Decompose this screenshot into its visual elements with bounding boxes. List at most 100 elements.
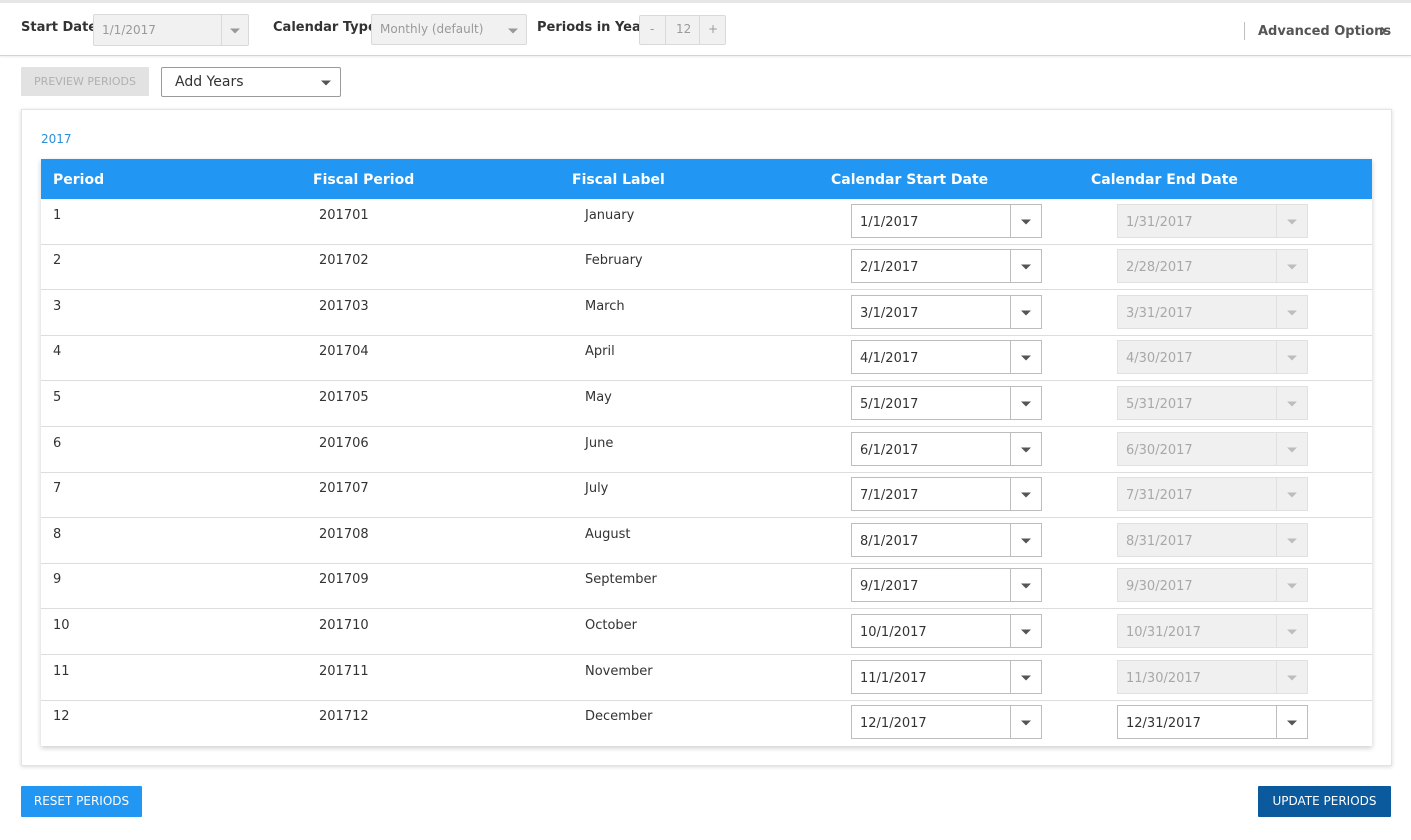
fiscal-label-cell: November xyxy=(585,664,653,679)
start-date-picker[interactable]: 4/1/2017 xyxy=(851,340,1042,374)
fiscal-period-cell: 201702 xyxy=(319,253,369,268)
fiscal-label-cell: May xyxy=(585,390,612,405)
start-date-value: 1/1/2017 xyxy=(860,215,919,230)
table-row: 5 201705 May 5/1/2017 5/31/2017 xyxy=(41,381,1372,427)
update-periods-button[interactable]: UPDATE PERIODS xyxy=(1258,786,1391,817)
table-row: 7 201707 July 7/1/2017 7/31/2017 xyxy=(41,472,1372,518)
chevron-down-icon[interactable] xyxy=(1010,250,1041,282)
fiscal-label-cell: June xyxy=(585,436,614,451)
start-date-value: 11/1/2017 xyxy=(860,671,927,686)
start-date-picker[interactable]: 9/1/2017 xyxy=(851,568,1042,602)
chevron-down-icon[interactable] xyxy=(1010,706,1041,738)
year-heading[interactable]: 2017 xyxy=(41,132,72,146)
fiscal-period-cell: 201703 xyxy=(319,299,369,314)
table-row: 10 201710 October 10/1/2017 10/31/2017 xyxy=(41,609,1372,655)
fiscal-label-cell: July xyxy=(585,481,609,496)
end-date-value: 11/30/2017 xyxy=(1126,671,1201,686)
start-date-picker[interactable]: 10/1/2017 xyxy=(851,614,1042,648)
end-date-value: 5/31/2017 xyxy=(1126,397,1193,412)
period-cell: 9 xyxy=(53,572,62,587)
start-date-picker[interactable]: 1/1/2017 xyxy=(851,204,1042,238)
calendar-type-label: Calendar Type xyxy=(273,20,377,35)
fiscal-period-cell: 201706 xyxy=(319,436,369,451)
chevron-down-icon[interactable] xyxy=(1010,661,1041,693)
chevron-down-icon xyxy=(1276,433,1307,465)
chevron-down-icon[interactable] xyxy=(1010,615,1041,647)
start-date-label: Start Date xyxy=(21,20,98,35)
periods-in-year-label: Periods in Year xyxy=(537,20,648,35)
end-date-value: 12/31/2017 xyxy=(1126,716,1201,731)
chevron-down-icon[interactable] xyxy=(1010,569,1041,601)
chevron-down-icon[interactable] xyxy=(1010,205,1041,237)
period-cell: 5 xyxy=(53,390,62,405)
start-date-value: 5/1/2017 xyxy=(860,397,919,412)
end-date-picker: 8/31/2017 xyxy=(1117,523,1308,557)
fiscal-label-cell: August xyxy=(585,527,631,542)
end-date-picker: 3/31/2017 xyxy=(1117,295,1308,329)
end-date-value: 7/31/2017 xyxy=(1126,488,1193,503)
fiscal-period-cell: 201708 xyxy=(319,527,369,542)
start-date-value: 9/1/2017 xyxy=(860,579,919,594)
chevron-down-icon[interactable] xyxy=(1276,706,1307,738)
fiscal-period-cell: 201712 xyxy=(319,709,369,724)
start-date-picker[interactable]: 11/1/2017 xyxy=(851,660,1042,694)
period-cell: 3 xyxy=(53,299,62,314)
header-calendar-start-date: Calendar Start Date xyxy=(831,172,989,188)
start-date-value: 3/1/2017 xyxy=(860,306,919,321)
add-years-dropdown[interactable]: Add Years xyxy=(161,67,341,97)
chevron-down-icon[interactable] xyxy=(1010,341,1041,373)
start-date-picker[interactable]: 7/1/2017 xyxy=(851,477,1042,511)
chevron-down-icon xyxy=(1276,341,1307,373)
start-date-picker[interactable]: 8/1/2017 xyxy=(851,523,1042,557)
fiscal-label-cell: September xyxy=(585,572,657,587)
periods-table: Period Fiscal Period Fiscal Label Calend… xyxy=(41,159,1372,746)
end-date-picker[interactable]: 12/31/2017 xyxy=(1117,705,1308,739)
chevron-down-icon[interactable] xyxy=(1010,524,1041,556)
start-date-dropdown[interactable]: 1/1/2017 xyxy=(93,14,249,46)
fiscal-period-cell: 201711 xyxy=(319,664,369,679)
periods-decrement-button[interactable]: - xyxy=(650,22,654,36)
preview-periods-button[interactable]: PREVIEW PERIODS xyxy=(21,67,149,96)
start-date-picker[interactable]: 3/1/2017 xyxy=(851,295,1042,329)
fiscal-period-cell: 201709 xyxy=(319,572,369,587)
start-date-picker[interactable]: 2/1/2017 xyxy=(851,249,1042,283)
table-row: 9 201709 September 9/1/2017 9/30/2017 xyxy=(41,563,1372,609)
advanced-options-link[interactable]: Advanced Options xyxy=(1258,24,1391,39)
periods-panel: 2017 Period Fiscal Period Fiscal Label C… xyxy=(21,109,1392,766)
period-cell: 11 xyxy=(53,664,70,679)
chevron-down-icon xyxy=(1276,478,1307,510)
start-date-picker[interactable]: 6/1/2017 xyxy=(851,432,1042,466)
add-years-value: Add Years xyxy=(175,74,244,90)
end-date-value: 3/31/2017 xyxy=(1126,306,1193,321)
end-date-value: 1/31/2017 xyxy=(1126,215,1193,230)
chevron-down-icon xyxy=(1276,569,1307,601)
table-row: 6 201706 June 6/1/2017 6/30/2017 xyxy=(41,427,1372,473)
end-date-value: 10/31/2017 xyxy=(1126,625,1201,640)
end-date-picker: 1/31/2017 xyxy=(1117,204,1308,238)
period-cell: 1 xyxy=(53,208,62,223)
calendar-type-dropdown[interactable]: Monthly (default) xyxy=(371,14,527,45)
chevron-down-icon[interactable] xyxy=(1010,478,1041,510)
chevron-down-icon[interactable] xyxy=(1010,296,1041,328)
start-date-picker[interactable]: 5/1/2017 xyxy=(851,386,1042,420)
end-date-value: 9/30/2017 xyxy=(1126,579,1193,594)
reset-periods-button[interactable]: RESET PERIODS xyxy=(21,786,142,817)
period-cell: 2 xyxy=(53,253,62,268)
end-date-picker: 7/31/2017 xyxy=(1117,477,1308,511)
chevron-down-icon xyxy=(1276,524,1307,556)
chevron-down-icon[interactable] xyxy=(1010,387,1041,419)
chevron-down-icon xyxy=(1276,615,1307,647)
periods-value[interactable]: 12 xyxy=(676,22,691,36)
table-row: 12 201712 December 12/1/2017 12/31/2017 xyxy=(41,700,1372,746)
chevron-down-icon xyxy=(499,15,526,44)
start-date-picker[interactable]: 12/1/2017 xyxy=(851,705,1042,739)
end-date-picker: 4/30/2017 xyxy=(1117,340,1308,374)
fiscal-period-cell: 201701 xyxy=(319,208,369,223)
periods-increment-button[interactable]: + xyxy=(708,22,718,36)
chevron-down-icon[interactable] xyxy=(1010,433,1041,465)
end-date-value: 2/28/2017 xyxy=(1126,260,1193,275)
end-date-value: 8/31/2017 xyxy=(1126,534,1193,549)
chevron-down-icon xyxy=(221,15,248,45)
divider xyxy=(1244,22,1245,40)
period-cell: 6 xyxy=(53,436,62,451)
